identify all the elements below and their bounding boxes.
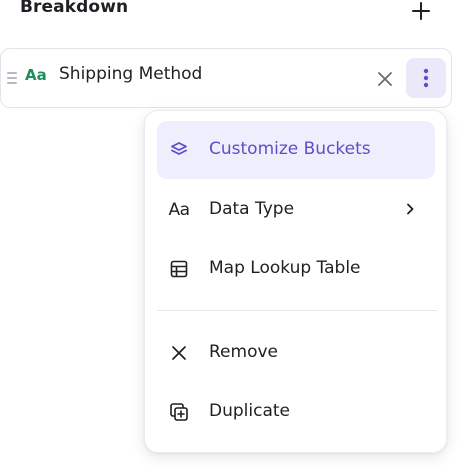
menu-item-label: Remove: [209, 342, 278, 362]
chevron-right-icon: [403, 201, 417, 217]
text-type-icon: Aa: [167, 198, 191, 222]
more-options-button[interactable]: [406, 58, 446, 98]
table-icon: [167, 257, 191, 281]
close-icon: [378, 72, 392, 86]
menu-divider: [157, 310, 437, 311]
layers-icon: [167, 138, 191, 162]
menu-item-map-lookup-table[interactable]: Map Lookup Table: [157, 240, 435, 298]
text-type-glyph: Aa: [168, 200, 190, 220]
menu-item-data-type[interactable]: Aa Data Type: [157, 181, 435, 239]
menu-item-customize-buckets[interactable]: Customize Buckets: [157, 121, 435, 179]
breakdown-panel: Breakdown Aa Shipping Method Customize B…: [0, 0, 463, 476]
remove-breakdown-button[interactable]: [371, 65, 399, 93]
menu-item-label: Duplicate: [209, 401, 290, 421]
menu-item-remove[interactable]: Remove: [157, 324, 435, 382]
close-icon: [167, 341, 191, 365]
add-breakdown-button[interactable]: [404, 0, 438, 26]
options-menu: Customize Buckets Aa Data Type Map Looku…: [144, 110, 447, 453]
breakdown-item-label: Shipping Method: [59, 64, 203, 84]
more-vertical-icon: [423, 68, 429, 88]
menu-item-label: Map Lookup Table: [209, 258, 361, 278]
drag-handle-icon[interactable]: [7, 72, 17, 84]
plus-icon: [412, 2, 430, 20]
menu-item-label: Data Type: [209, 199, 295, 219]
breakdown-item[interactable]: Aa Shipping Method: [0, 48, 452, 108]
menu-item-duplicate[interactable]: Duplicate: [157, 383, 435, 441]
string-type-icon: Aa: [25, 66, 47, 84]
menu-item-label: Customize Buckets: [209, 139, 371, 159]
duplicate-icon: [167, 400, 191, 424]
section-title: Breakdown: [20, 0, 129, 17]
